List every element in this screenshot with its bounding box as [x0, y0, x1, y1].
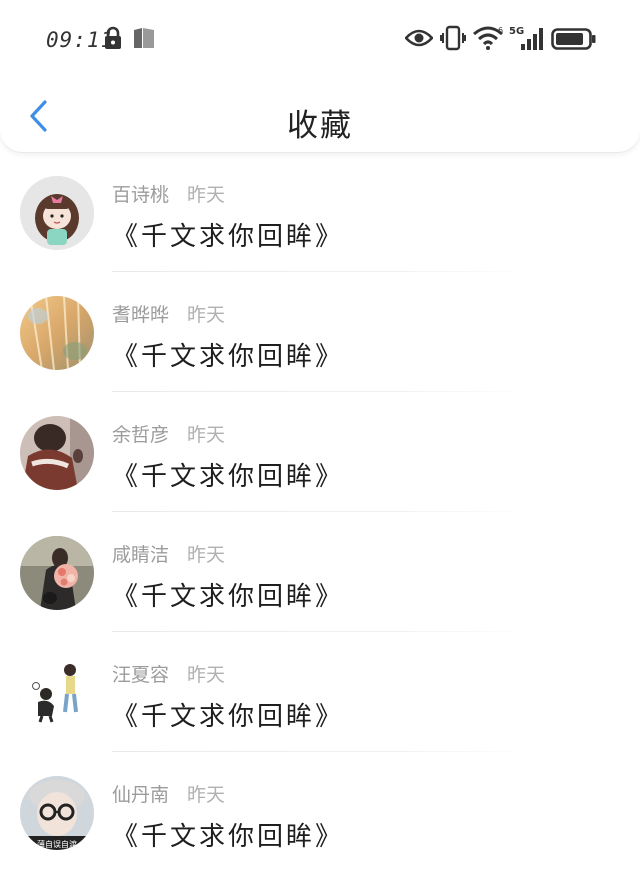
item-title: 《千文求你回眸》: [112, 582, 345, 612]
item-meta: 耆晔晔 昨天: [112, 300, 225, 327]
favorites-list: 百诗桃 昨天 《千文求你回眸》 耆晔晔 昨天 《千文求你回眸》 余哲彦 昨天 《…: [0, 152, 640, 872]
author-name: 余哲彦: [112, 424, 170, 446]
list-item[interactable]: 汪夏容 昨天 《千文求你回眸》: [0, 632, 640, 752]
list-item[interactable]: 薄自误自渡 仙丹南 昨天 《千文求你回眸》: [0, 752, 640, 872]
svg-text:6: 6: [498, 26, 503, 35]
page-title: 收藏: [287, 108, 353, 144]
timestamp: 昨天: [187, 424, 226, 446]
list-item[interactable]: 百诗桃 昨天 《千文求你回眸》: [0, 152, 640, 272]
timestamp: 昨天: [187, 304, 226, 326]
item-meta: 仙丹南 昨天: [112, 780, 225, 807]
book-icon: [132, 26, 156, 54]
item-meta: 汪夏容 昨天: [112, 660, 225, 687]
golden-landscape-avatar: [20, 296, 94, 370]
avatar[interactable]: [20, 176, 94, 250]
nav-bar: 收藏: [0, 86, 640, 146]
battery-icon: [551, 28, 597, 54]
list-item[interactable]: 咸睛洁 昨天 《千文求你回眸》: [0, 512, 640, 632]
item-meta: 咸睛洁 昨天: [112, 540, 225, 567]
timestamp: 昨天: [187, 664, 226, 686]
anime-couple-avatar: [20, 656, 94, 730]
author-name: 仙丹南: [112, 784, 170, 806]
person-photo-avatar: [20, 416, 94, 490]
item-meta: 百诗桃 昨天: [112, 180, 225, 207]
avatar[interactable]: [20, 416, 94, 490]
cartoon-girl-avatar: [20, 176, 94, 250]
author-name: 百诗桃: [112, 184, 170, 206]
wifi-icon: 6: [472, 25, 506, 55]
author-name: 咸睛洁: [112, 544, 170, 566]
item-meta: 余哲彦 昨天: [112, 420, 225, 447]
avatar-caption: 薄自误自渡: [37, 839, 77, 849]
timestamp: 昨天: [187, 544, 226, 566]
vibrate-icon: [440, 25, 466, 55]
item-title: 《千文求你回眸》: [112, 702, 345, 732]
lock-icon: [103, 26, 123, 54]
bouquet-photo-avatar: [20, 536, 94, 610]
item-title: 《千文求你回眸》: [112, 822, 345, 852]
list-item[interactable]: 耆晔晔 昨天 《千文求你回眸》: [0, 272, 640, 392]
network-label: 5G: [509, 26, 524, 37]
header: 09:11 6 5G 收藏: [0, 0, 640, 152]
status-bar: 09:11 6 5G: [0, 22, 640, 60]
glasses-person-avatar: 薄自误自渡: [20, 776, 94, 850]
avatar[interactable]: [20, 296, 94, 370]
timestamp: 昨天: [187, 184, 226, 206]
eye-icon: [404, 28, 434, 52]
item-title: 《千文求你回眸》: [112, 342, 345, 372]
author-name: 汪夏容: [112, 664, 170, 686]
avatar[interactable]: 薄自误自渡: [20, 776, 94, 850]
item-title: 《千文求你回眸》: [112, 222, 345, 252]
timestamp: 昨天: [187, 784, 226, 806]
avatar[interactable]: [20, 536, 94, 610]
avatar[interactable]: [20, 656, 94, 730]
list-item[interactable]: 余哲彦 昨天 《千文求你回眸》: [0, 392, 640, 512]
item-title: 《千文求你回眸》: [112, 462, 345, 492]
signal-icon: 5G: [509, 24, 545, 56]
author-name: 耆晔晔: [112, 304, 170, 326]
